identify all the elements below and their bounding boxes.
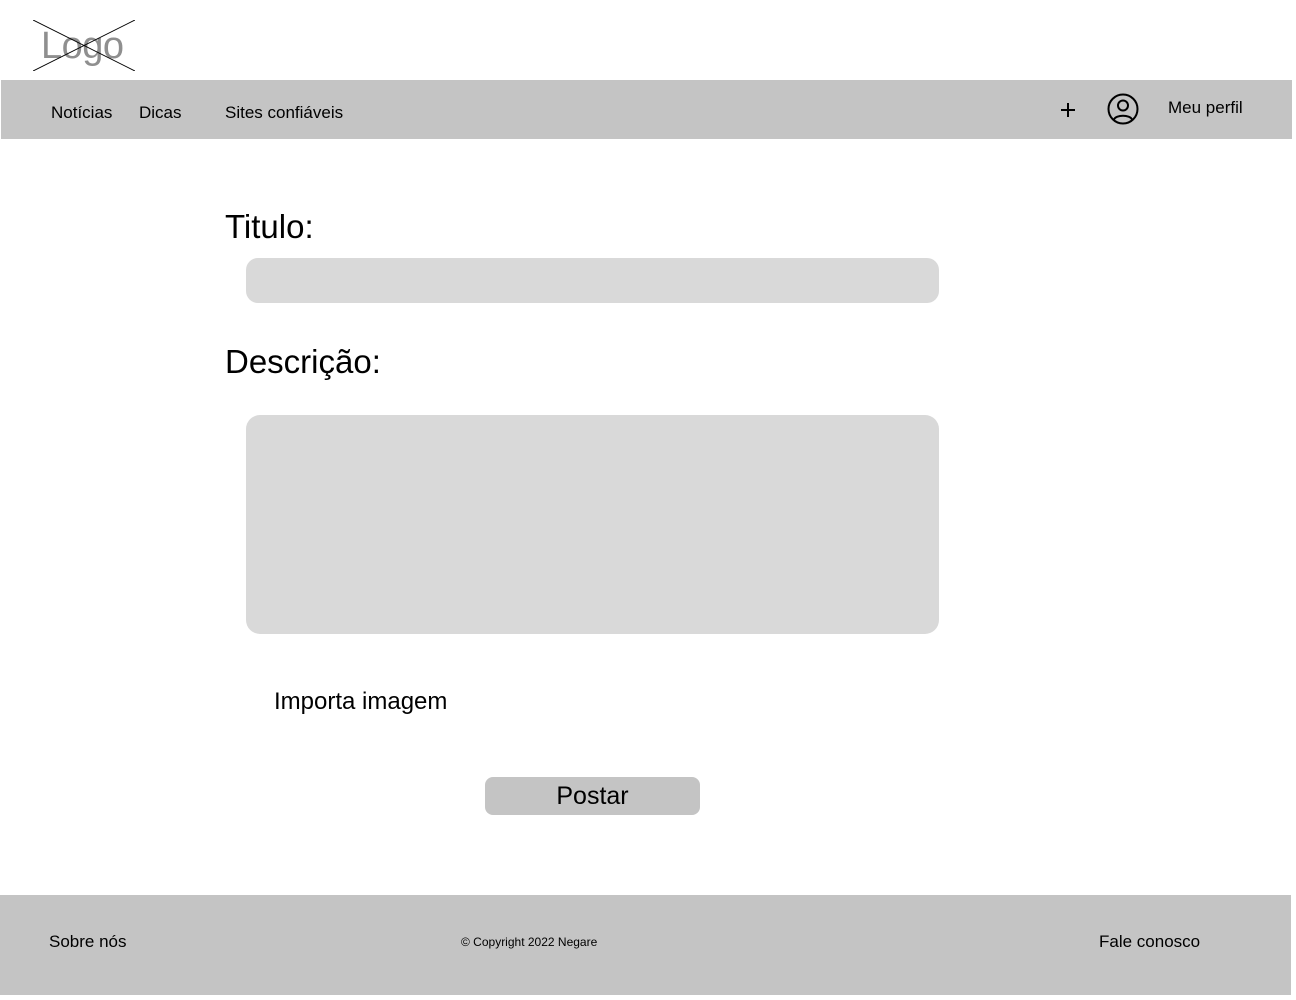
top-navbar: Notícias Dicas Sites confiáveis Meu perf… <box>1 80 1292 139</box>
logo-placeholder[interactable]: Logo <box>33 20 135 71</box>
description-label: Descrição: <box>225 343 381 380</box>
nav-link-sites-confiaveis[interactable]: Sites confiáveis <box>225 103 343 123</box>
footer-link-fale-conosco[interactable]: Fale conosco <box>1099 932 1200 952</box>
nav-link-dicas[interactable]: Dicas <box>139 103 182 123</box>
nav-link-meu-perfil[interactable]: Meu perfil <box>1168 98 1243 118</box>
nav-link-noticias[interactable]: Notícias <box>51 103 112 123</box>
user-circle-icon[interactable] <box>1107 93 1139 125</box>
title-label: Titulo: <box>225 208 314 245</box>
footer-copyright: © Copyright 2022 Negare <box>461 935 598 949</box>
description-textarea[interactable] <box>246 415 939 634</box>
import-image-link[interactable]: Importa imagem <box>274 688 447 716</box>
title-input[interactable] <box>246 258 939 303</box>
post-button[interactable]: Postar <box>485 777 700 815</box>
footer-link-sobre-nos[interactable]: Sobre nós <box>49 932 127 952</box>
logo-cross-icon <box>33 20 135 71</box>
plus-icon[interactable] <box>1060 102 1076 118</box>
footer: Sobre nós © Copyright 2022 Negare Fale c… <box>0 895 1291 995</box>
